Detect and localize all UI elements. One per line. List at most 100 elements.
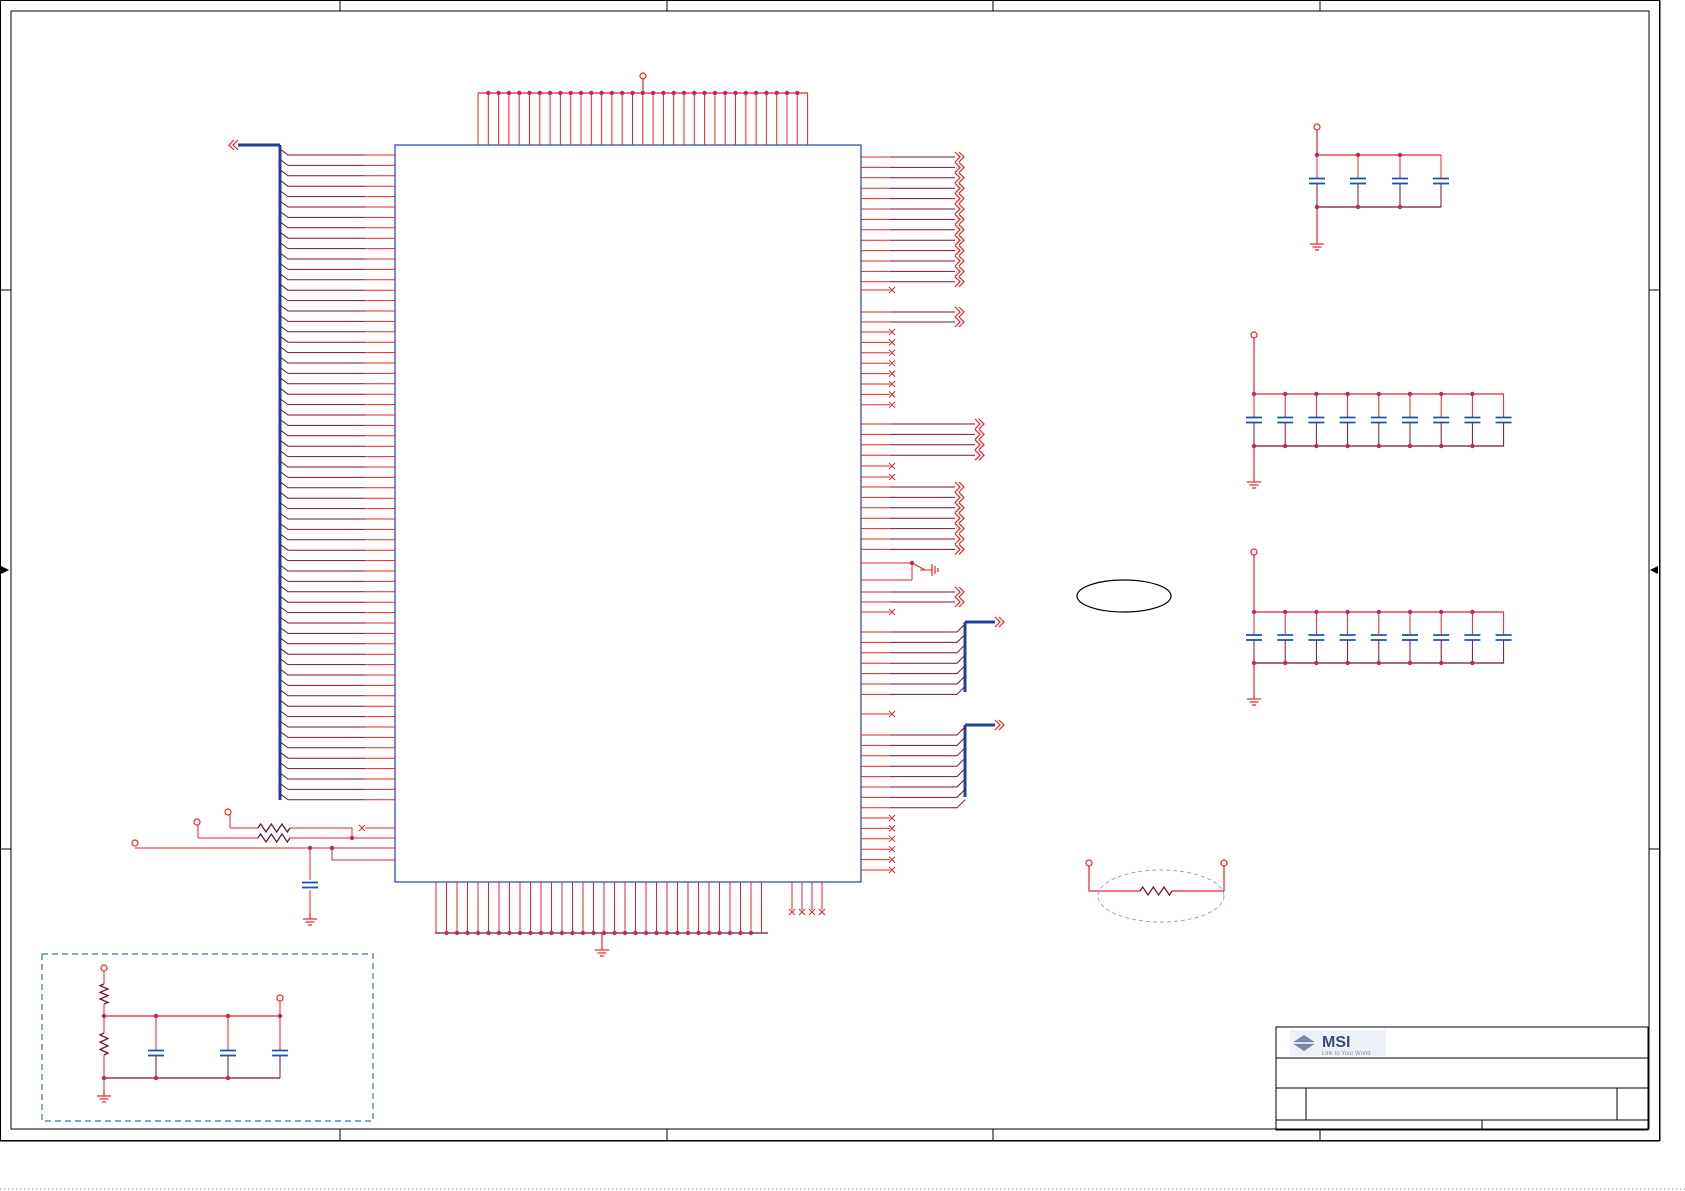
bus-entry [279, 262, 365, 270]
junction-dot [1439, 660, 1444, 666]
junction-dot [1251, 391, 1257, 397]
junction-dot [1283, 391, 1288, 397]
bus-entry [279, 242, 365, 250]
junction-dot [507, 930, 512, 936]
resistor [1139, 885, 1173, 897]
junction-dot [1376, 443, 1382, 449]
main-ic [394, 144, 862, 883]
double-chevron-icon [974, 418, 981, 430]
arrow-icon [1, 566, 9, 574]
bus-entry [279, 221, 365, 229]
decoupling-capacitor-banks [1246, 123, 1512, 706]
wire [1172, 866, 1225, 892]
junction-dot [1407, 609, 1413, 615]
double-chevron-icon [954, 224, 961, 236]
bus-entry [279, 418, 365, 426]
schematic-canvas: MSI Link to Your World [0, 0, 1685, 1190]
bus-entry [279, 283, 365, 291]
wire [911, 562, 926, 571]
circle-terminal-icon [276, 994, 284, 1002]
junction-dot [225, 1075, 231, 1081]
junction-dot [1355, 204, 1361, 210]
junction-dot [630, 90, 635, 96]
bus-entry [890, 665, 966, 675]
bus-entry [279, 616, 365, 624]
junction-dot [589, 90, 594, 96]
double-chevron-icon [954, 245, 961, 257]
bus-entry [279, 190, 365, 198]
junction-dot [753, 90, 759, 96]
bus-entry [279, 408, 365, 416]
bus-entry [279, 772, 365, 780]
bus-entry [890, 644, 966, 654]
bus-entry [279, 200, 365, 208]
junction-dot [454, 930, 460, 936]
junction-dot [1397, 152, 1403, 158]
junction-dot [1345, 443, 1350, 449]
junction-dot [1376, 609, 1382, 615]
bus-entry [279, 179, 365, 187]
bus-entry [279, 346, 365, 354]
junction-dot [654, 930, 659, 936]
double-chevron-icon [994, 616, 1001, 628]
bus-entry [890, 634, 966, 643]
bus-entry [279, 231, 365, 239]
title-block: MSI Link to Your World [1275, 1026, 1649, 1131]
bus-entry [890, 789, 966, 798]
junction-dot [727, 930, 733, 936]
junction-dot [1376, 660, 1382, 666]
junction-dot [580, 930, 586, 936]
junction-dot [1407, 443, 1413, 449]
bus-entry [279, 689, 365, 697]
junction-dot [774, 90, 779, 96]
bus-entry [279, 502, 365, 510]
junction-dot [795, 90, 800, 96]
junction-dot [528, 930, 533, 936]
bus-entry [279, 481, 365, 489]
double-chevron-icon [954, 306, 961, 318]
bus-entry [279, 439, 365, 447]
junction-dot [1470, 660, 1475, 666]
double-chevron-icon [954, 512, 961, 524]
misc-components [41, 579, 1228, 1122]
double-chevron-icon [954, 586, 961, 598]
circle-terminal-icon [1250, 331, 1258, 339]
double-chevron-icon [974, 449, 981, 461]
junction-dot [643, 930, 649, 936]
bus-entry [279, 720, 365, 728]
junction-dot [558, 90, 563, 96]
bus-entry [279, 564, 365, 572]
junction-dot [496, 90, 501, 96]
junction-dot [1439, 391, 1444, 397]
bus-entry [279, 356, 365, 364]
bus-entry [279, 647, 365, 655]
junction-dot [612, 930, 617, 936]
junction-dot [1470, 443, 1475, 449]
bus-entry [279, 533, 365, 541]
junction-dot [733, 90, 738, 96]
double-chevron-icon [954, 203, 961, 215]
junction-dot [609, 90, 615, 96]
junction-dot [307, 845, 313, 851]
bus-entry [279, 575, 365, 582]
junction-dot [717, 930, 722, 936]
junction-dot [506, 90, 512, 96]
junction-dot [570, 930, 575, 936]
junction-dot [1407, 660, 1413, 666]
msi-logo: MSI Link to Your World [1290, 1030, 1386, 1057]
junction-dot [661, 90, 666, 96]
bus-entry [279, 793, 365, 801]
junction-dot [559, 930, 565, 936]
junction-dot [1470, 391, 1475, 397]
junction-dot [1376, 391, 1382, 397]
resistor [98, 983, 110, 1005]
junction-dot [692, 90, 697, 96]
bus-entry [279, 512, 365, 520]
junction-dot [153, 1075, 159, 1081]
bus-entry [279, 325, 365, 333]
junction-dot [706, 930, 712, 936]
bus-entry [279, 543, 365, 551]
junction-dot [568, 90, 573, 96]
junction-dot [743, 90, 748, 96]
bus-entry [279, 169, 365, 177]
